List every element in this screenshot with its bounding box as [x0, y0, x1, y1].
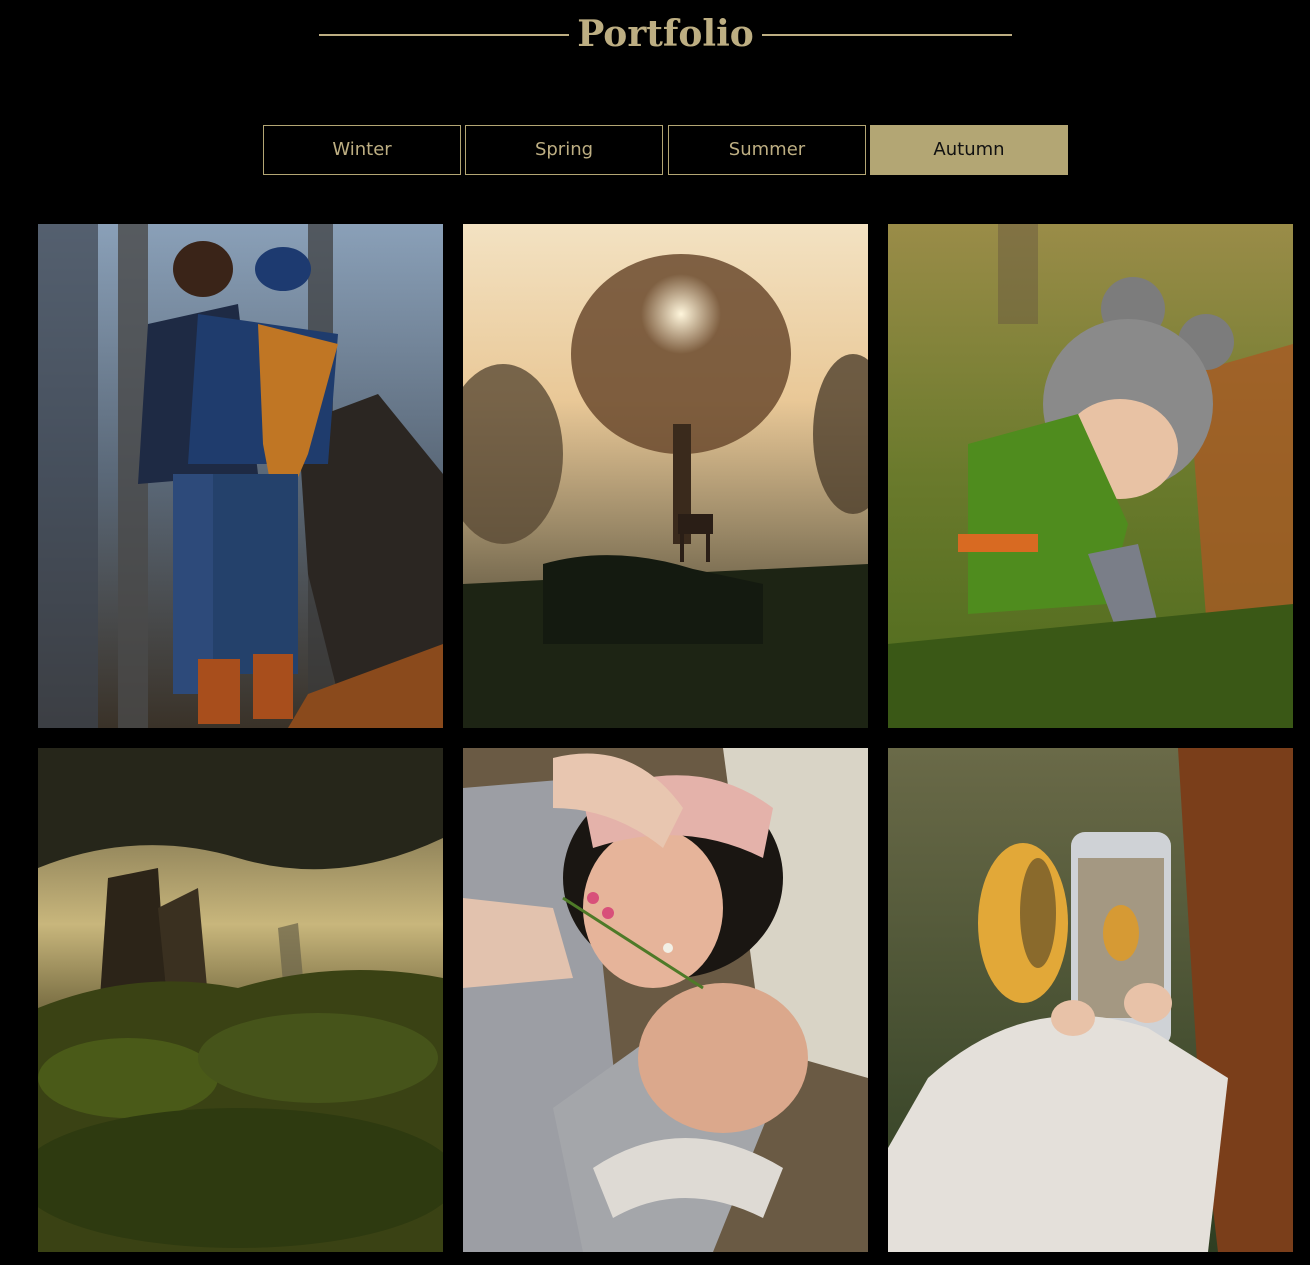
page-title: Portfolio	[577, 13, 754, 55]
child-knit-hat-image	[888, 224, 1293, 728]
gallery-photo-mossy-forest[interactable]	[38, 748, 443, 1252]
phone-autumn-leaf-image	[888, 748, 1293, 1252]
portfolio-header: Portfolio	[0, 0, 1310, 70]
tab-summer[interactable]: Summer	[668, 125, 866, 175]
gallery-photo-couple-flowers[interactable]	[463, 748, 868, 1252]
gallery-photo-phone-leaf[interactable]	[888, 748, 1293, 1252]
season-tabs: Winter Spring Summer Autumn	[263, 125, 1069, 175]
couple-kissing-forest-image	[38, 224, 443, 728]
title-divider-left	[319, 34, 569, 36]
tab-autumn[interactable]: Autumn	[870, 125, 1068, 175]
portfolio-gallery	[38, 224, 1293, 1252]
smiling-couple-flowers-image	[463, 748, 868, 1252]
gallery-photo-couple-kissing[interactable]	[38, 224, 443, 728]
misty-tree-horse-image	[463, 224, 868, 728]
mossy-forest-fog-image	[38, 748, 443, 1252]
tab-spring[interactable]: Spring	[465, 125, 663, 175]
gallery-photo-tree-sunrise[interactable]	[463, 224, 868, 728]
gallery-photo-child-knit-hat[interactable]	[888, 224, 1293, 728]
title-divider-right	[762, 34, 1012, 36]
tab-winter[interactable]: Winter	[263, 125, 461, 175]
